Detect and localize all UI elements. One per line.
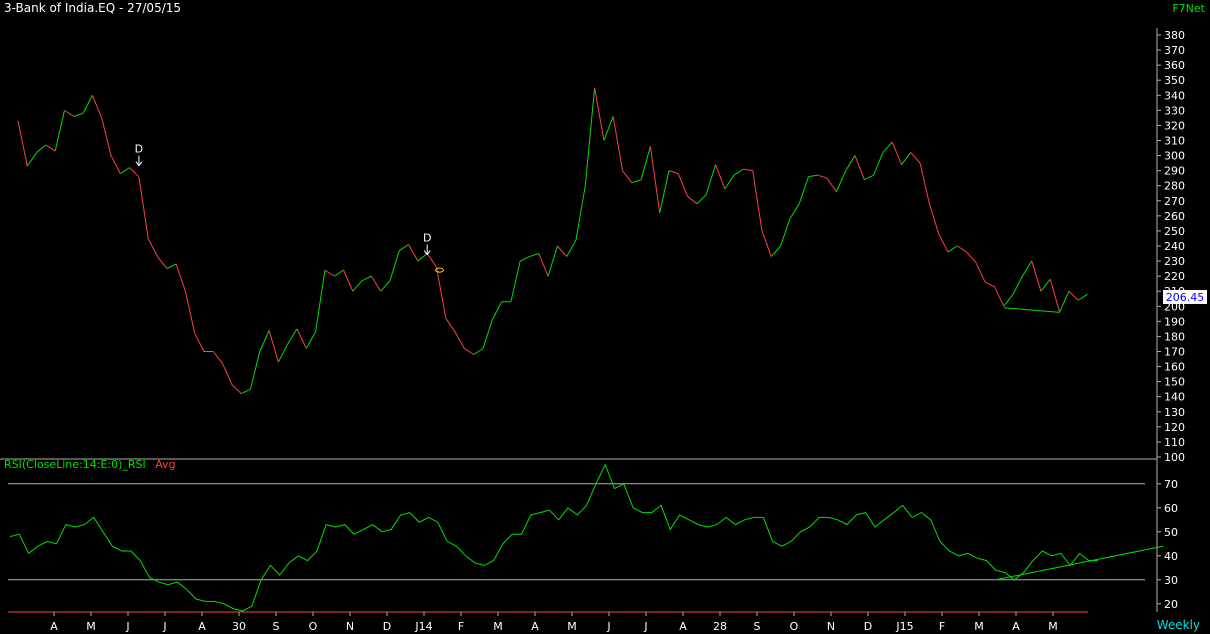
dividend-marker: D	[135, 143, 143, 167]
price-tick-label: 270	[1164, 195, 1185, 208]
rsi-legend-rsi: RSI(CloseLine:14:E:0)_RSI	[4, 458, 146, 471]
x-tick-label: J	[643, 620, 647, 633]
price-tick-label: 190	[1164, 315, 1185, 328]
x-tick-label: O	[790, 620, 799, 633]
rsi-tick-label: 40	[1164, 550, 1178, 563]
x-tick-label: D	[383, 620, 391, 633]
price-tick-label: 380	[1164, 29, 1185, 42]
price-tick-label: 130	[1164, 406, 1185, 419]
price-tick-label: 340	[1164, 89, 1185, 102]
x-tick-label: D	[864, 620, 872, 633]
x-tick-label: N	[346, 620, 354, 633]
price-tick-label: 180	[1164, 330, 1185, 343]
last-price-label: 206.45	[1166, 291, 1205, 304]
price-tick-label: 250	[1164, 225, 1185, 238]
x-tick-label: F	[939, 620, 945, 633]
rsi-tick-label: 70	[1164, 478, 1178, 491]
price-tick-label: 110	[1164, 436, 1185, 449]
price-tick-label: 350	[1164, 74, 1185, 87]
x-tick-label: S	[754, 620, 761, 633]
price-tick-label: 120	[1164, 421, 1185, 434]
price-tick-label: 170	[1164, 346, 1185, 359]
x-tick-label: O	[309, 620, 318, 633]
price-tick-label: 100	[1164, 451, 1185, 464]
period-label[interactable]: Weekly	[1157, 618, 1200, 632]
brand-label: F7Net	[1172, 2, 1205, 15]
price-tick-label: 300	[1164, 150, 1185, 163]
x-tick-label: J	[125, 620, 129, 633]
price-tick-label: 260	[1164, 210, 1185, 223]
rsi-tick-label: 60	[1164, 502, 1178, 515]
x-tick-label: J14	[414, 620, 432, 633]
dividend-marker-label: D	[135, 143, 143, 156]
x-tick-label: 28	[713, 620, 727, 633]
x-tick-label: J15	[895, 620, 913, 633]
price-tick-label: 160	[1164, 361, 1185, 374]
x-tick-label: S	[273, 620, 280, 633]
chart-background	[0, 0, 1210, 634]
x-tick-label: A	[198, 620, 206, 633]
price-tick-label: 320	[1164, 119, 1185, 132]
price-tick-label: 330	[1164, 104, 1185, 117]
x-tick-label: M	[567, 620, 577, 633]
rsi-legend-avg: Avg	[155, 458, 175, 471]
x-tick-label: M	[86, 620, 96, 633]
price-tick-label: 360	[1164, 59, 1185, 72]
x-tick-label: A	[50, 620, 58, 633]
price-tick-label: 310	[1164, 135, 1185, 148]
price-tick-label: 290	[1164, 165, 1185, 178]
price-tick-label: 280	[1164, 180, 1185, 193]
x-tick-label: J	[606, 620, 610, 633]
x-tick-label: A	[531, 620, 539, 633]
chart-title: 3-Bank of India.EQ - 27/05/15	[4, 1, 181, 15]
price-tick-label: 220	[1164, 270, 1185, 283]
dividend-marker: D	[423, 232, 431, 256]
x-tick-label: M	[974, 620, 984, 633]
price-tick-label: 150	[1164, 376, 1185, 389]
rsi-tick-label: 50	[1164, 526, 1178, 539]
last-price-marker: 206.45	[1163, 290, 1207, 304]
x-tick-label: N	[827, 620, 835, 633]
x-tick-label: M	[493, 620, 503, 633]
x-tick-label: M	[1048, 620, 1058, 633]
price-tick-label: 230	[1164, 255, 1185, 268]
price-tick-label: 140	[1164, 391, 1185, 404]
price-tick-label: 240	[1164, 240, 1185, 253]
dividend-marker-label: D	[423, 232, 431, 245]
x-tick-label: J	[162, 620, 166, 633]
rsi-tick-label: 30	[1164, 574, 1178, 587]
price-tick-label: 370	[1164, 44, 1185, 57]
x-tick-label: A	[1012, 620, 1020, 633]
rsi-tick-label: 20	[1164, 598, 1178, 611]
x-tick-label: 30	[232, 620, 246, 633]
chart-canvas: 1001101201301401501601701801902002102202…	[0, 0, 1210, 634]
x-tick-label: F	[458, 620, 464, 633]
x-tick-label: A	[679, 620, 687, 633]
